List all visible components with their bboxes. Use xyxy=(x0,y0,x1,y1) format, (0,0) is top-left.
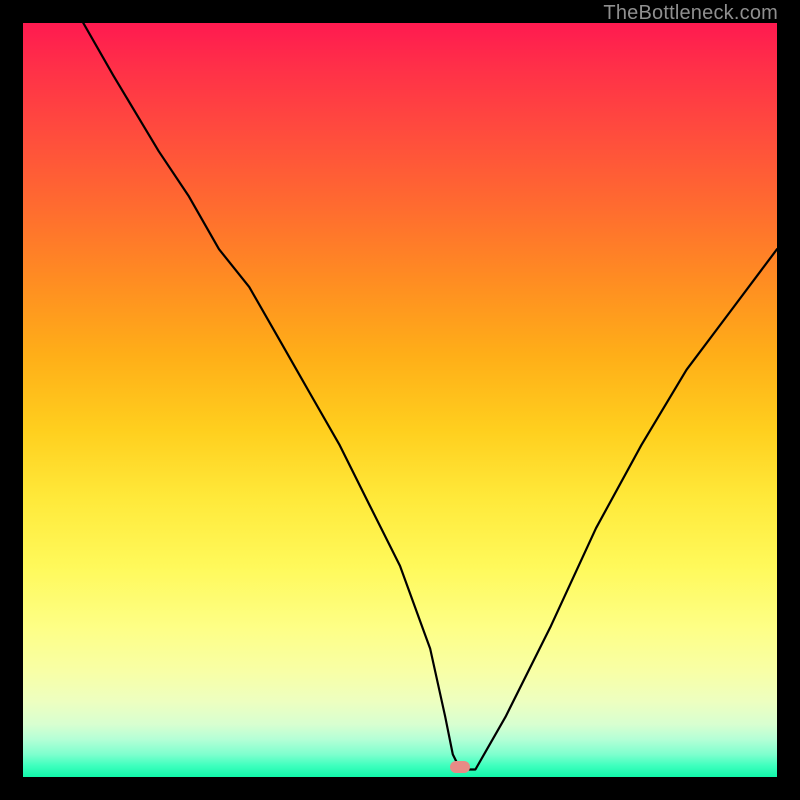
bottleneck-curve xyxy=(23,23,777,777)
plot-area xyxy=(23,23,777,777)
watermark-text: TheBottleneck.com xyxy=(603,2,778,25)
optimal-point-marker xyxy=(450,761,470,773)
chart-frame: TheBottleneck.com xyxy=(0,0,800,800)
